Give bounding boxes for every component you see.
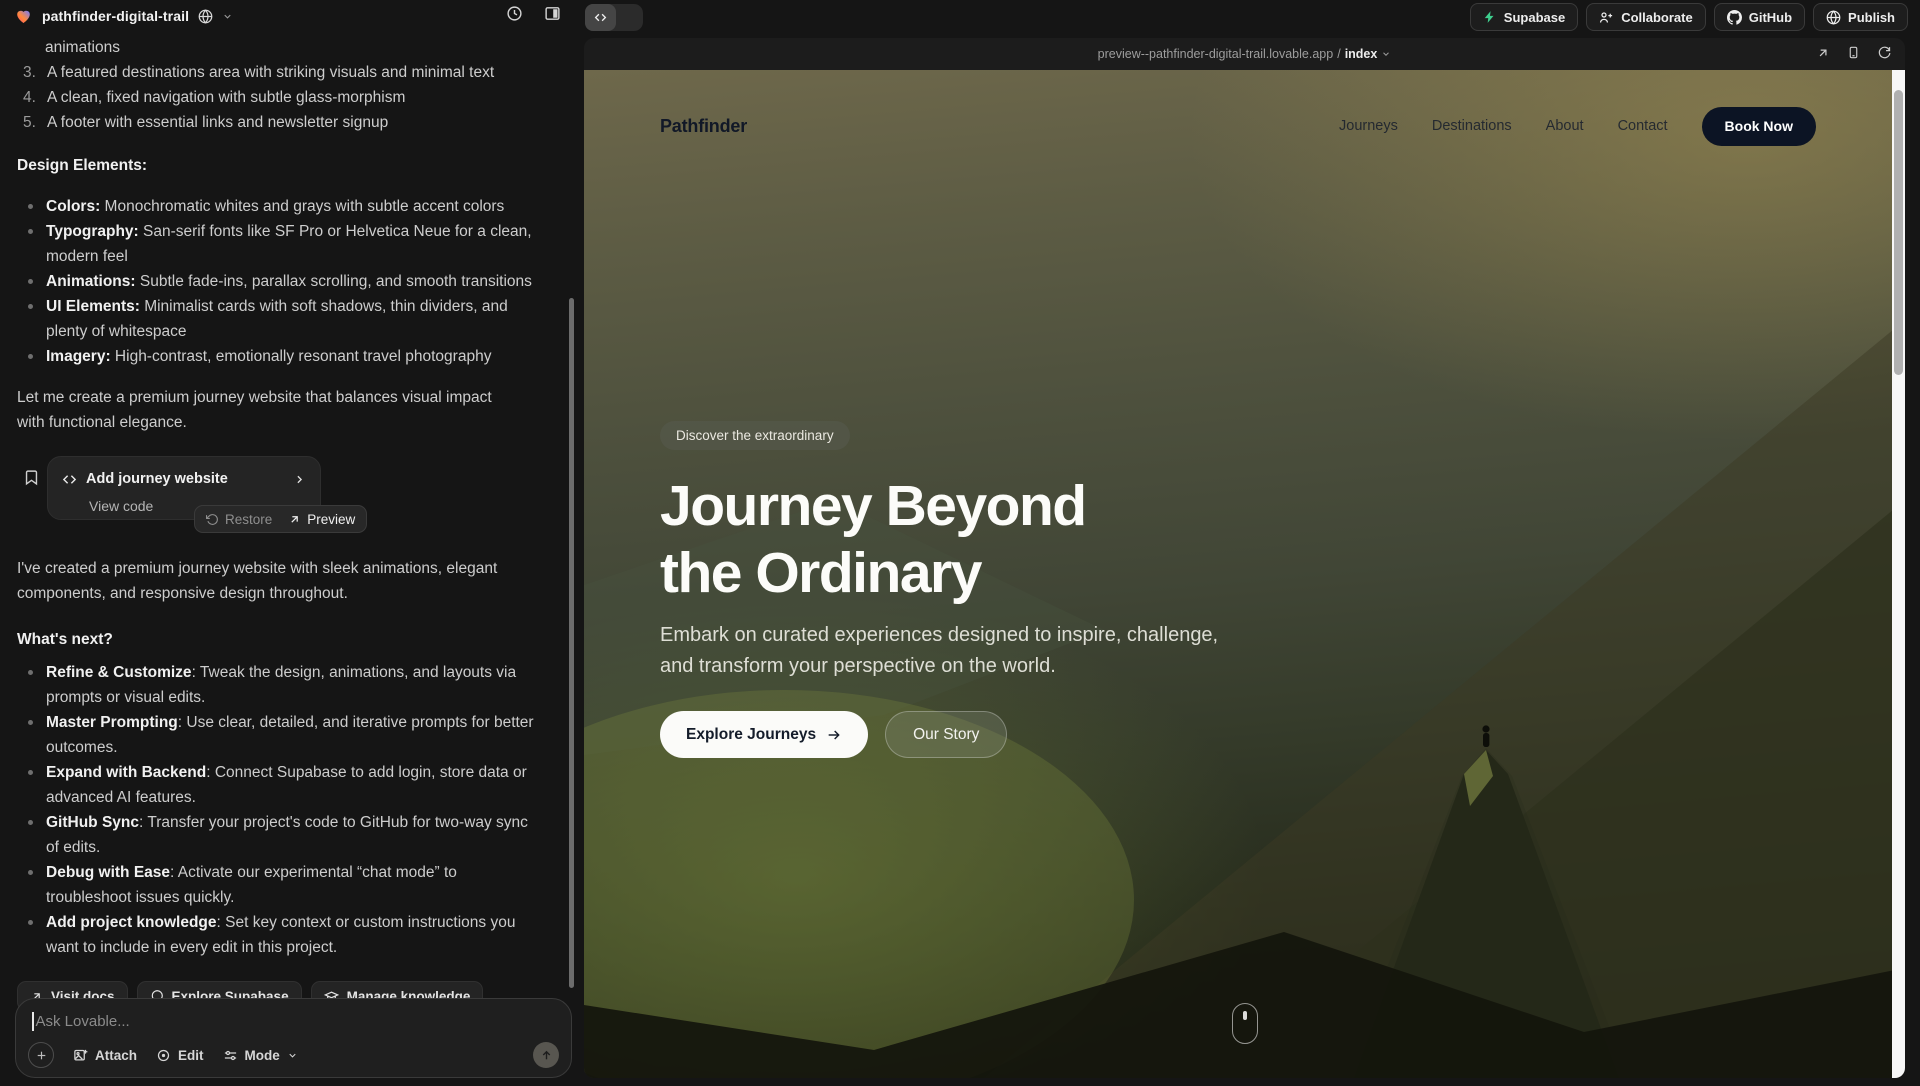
restore-preview-pill: Restore Preview (194, 505, 367, 533)
site-viewport: Pathfinder Journeys Destinations About C… (584, 70, 1905, 1078)
add-attachment-button[interactable] (28, 1042, 54, 1068)
hero-subtitle: Embark on curated experiences designed t… (660, 620, 1245, 682)
numbered-item: 3. A featured destinations area with str… (17, 60, 550, 85)
publish-button[interactable]: Publish (1813, 3, 1908, 31)
chat-input-placeholder[interactable]: Ask Lovable... (36, 1013, 130, 1030)
project-name: pathfinder-digital-trail (42, 8, 189, 24)
preview-bar-actions (1816, 38, 1891, 70)
nav-link-destinations[interactable]: Destinations (1432, 118, 1512, 134)
our-story-button[interactable]: Our Story (885, 711, 1007, 758)
tool-call-card-wrap: Add journey website View code Restore Pr… (47, 456, 321, 520)
edit-select-button[interactable]: Edit (156, 1048, 204, 1063)
page-chevron-down-icon[interactable] (1381, 49, 1391, 59)
list-item: Animations: Subtle fade-ins, parallax sc… (17, 269, 550, 294)
open-external-icon[interactable] (1816, 46, 1830, 63)
scroll-indicator-icon (1232, 1003, 1258, 1044)
publish-globe-icon (1826, 10, 1841, 25)
explore-journeys-button[interactable]: Explore Journeys (660, 711, 868, 758)
assistant-message: I've created a premium journey website w… (17, 556, 522, 606)
mode-selector[interactable]: Mode (223, 1048, 298, 1063)
nav-link-about[interactable]: About (1546, 118, 1584, 134)
list-item: Colors: Monochromatic whites and grays w… (17, 194, 550, 219)
code-icon[interactable] (585, 4, 616, 31)
preview-url-host[interactable]: preview--pathfinder-digital-trail.lovabl… (1098, 47, 1334, 61)
list-item: Debug with Ease: Activate our experiment… (17, 860, 537, 910)
design-elements-list: Colors: Monochromatic whites and grays w… (17, 194, 550, 369)
clipped-list-line: animations (17, 35, 550, 60)
list-item: UI Elements: Minimalist cards with soft … (17, 294, 550, 344)
hero-heading: Journey Beyondthe Ordinary (660, 473, 1320, 606)
mobile-view-icon[interactable] (1847, 45, 1860, 63)
chat-panel: animations 3. A featured destinations ar… (0, 30, 578, 1086)
numbered-item: 5. A footer with essential links and new… (17, 110, 550, 135)
send-button[interactable] (533, 1042, 559, 1068)
whats-next-list: Refine & Customize: Tweak the design, an… (17, 660, 550, 960)
assistant-message: Let me create a premium journey website … (17, 385, 522, 435)
site-brand[interactable]: Pathfinder (660, 116, 747, 137)
header-actions: Supabase Collaborate GitHub Publish (1470, 3, 1908, 31)
book-now-button[interactable]: Book Now (1702, 107, 1816, 146)
preview-button[interactable]: Preview (288, 507, 355, 532)
code-view-toggle[interactable] (585, 4, 643, 31)
preview-url-page[interactable]: index (1345, 47, 1378, 61)
nav-link-contact[interactable]: Contact (1618, 118, 1668, 134)
plus-icon (35, 1049, 48, 1062)
list-item: Imagery: High-contrast, emotionally reso… (17, 344, 550, 369)
history-icon[interactable] (506, 5, 523, 27)
code-icon (62, 472, 77, 487)
tool-card-title: Add journey website (86, 467, 284, 492)
site-scrollbar-track[interactable] (1892, 70, 1905, 1078)
project-menu[interactable]: pathfinder-digital-trail (14, 0, 233, 32)
numbered-item: 4. A clean, fixed navigation with subtle… (17, 85, 550, 110)
image-icon (73, 1048, 88, 1063)
sliders-icon (223, 1048, 238, 1063)
collaborate-users-icon (1599, 10, 1614, 25)
nav-link-journeys[interactable]: Journeys (1339, 118, 1398, 134)
collaborate-button[interactable]: Collaborate (1586, 3, 1706, 31)
text-caret (32, 1012, 34, 1031)
site-navbar: Pathfinder Journeys Destinations About C… (584, 70, 1892, 182)
hero-section: Discover the extraordinary Journey Beyon… (660, 421, 1320, 758)
supabase-button[interactable]: Supabase (1470, 3, 1578, 31)
refresh-icon[interactable] (1877, 46, 1891, 63)
whats-next-heading: What's next? (17, 627, 550, 652)
attach-button[interactable]: Attach (73, 1048, 137, 1063)
bookmark-icon[interactable] (23, 469, 40, 494)
restore-button[interactable]: Restore (206, 507, 272, 532)
lovable-app: pathfinder-digital-trail Sup (0, 0, 1920, 1086)
target-icon (156, 1048, 171, 1063)
list-item: Refine & Customize: Tweak the design, an… (17, 660, 537, 710)
panel-layout-icon[interactable] (544, 5, 561, 27)
lovable-logo-icon (14, 7, 33, 25)
chat-input-box[interactable]: Ask Lovable... Attach Edit Mode (15, 998, 572, 1078)
list-item: Typography: San-serif fonts like SF Pro … (17, 219, 550, 269)
list-item: Expand with Backend: Connect Supabase to… (17, 760, 537, 810)
github-icon (1727, 10, 1742, 25)
list-item: Add project knowledge: Set key context o… (17, 910, 537, 960)
arrow-up-icon (540, 1049, 553, 1062)
hero-badge: Discover the extraordinary (660, 421, 850, 450)
restore-icon (206, 513, 219, 526)
preview-url-bar: preview--pathfinder-digital-trail.lovabl… (584, 38, 1905, 70)
github-button[interactable]: GitHub (1714, 3, 1805, 31)
header-tools (506, 0, 561, 32)
preview-panel: preview--pathfinder-digital-trail.lovabl… (584, 38, 1905, 1078)
site-scrollbar-thumb[interactable] (1894, 90, 1903, 375)
chevron-right-icon (293, 473, 306, 486)
supabase-icon (1483, 10, 1497, 24)
chat-scrollbar[interactable] (569, 298, 574, 988)
arrow-right-icon (826, 727, 842, 743)
list-item: GitHub Sync: Transfer your project's cod… (17, 810, 537, 860)
project-chevron-down-icon[interactable] (222, 11, 233, 22)
hiker-silhouette (1482, 725, 1489, 747)
list-item: Master Prompting: Use clear, detailed, a… (17, 710, 537, 760)
project-globe-icon (198, 9, 213, 24)
arrow-up-right-icon (288, 513, 301, 526)
chevron-down-icon (287, 1050, 298, 1061)
design-elements-heading: Design Elements: (17, 153, 550, 178)
chat-transcript: animations 3. A featured destinations ar… (0, 30, 568, 990)
